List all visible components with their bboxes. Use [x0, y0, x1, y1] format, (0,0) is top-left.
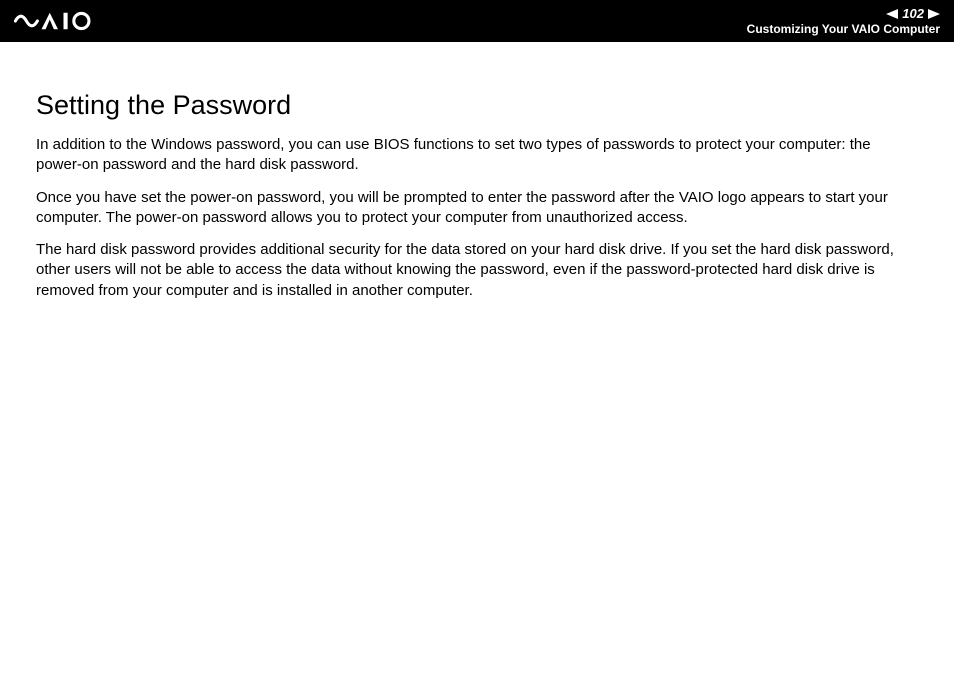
nav-next-icon[interactable] — [928, 9, 940, 19]
content-area: Setting the Password In addition to the … — [0, 42, 954, 301]
nav-prev-icon[interactable] — [886, 9, 898, 19]
vaio-logo — [14, 0, 124, 42]
header-bar: 102 Customizing Your VAIO Computer — [0, 0, 954, 42]
page-number: 102 — [902, 6, 924, 21]
page-title: Setting the Password — [36, 90, 918, 121]
section-label: Customizing Your VAIO Computer — [747, 22, 940, 36]
body-paragraph: In addition to the Windows password, you… — [36, 135, 918, 176]
body-paragraph: Once you have set the power-on password,… — [36, 188, 918, 229]
page-nav: 102 — [886, 6, 940, 21]
header-right: 102 Customizing Your VAIO Computer — [747, 6, 940, 36]
body-paragraph: The hard disk password provides addition… — [36, 240, 918, 301]
